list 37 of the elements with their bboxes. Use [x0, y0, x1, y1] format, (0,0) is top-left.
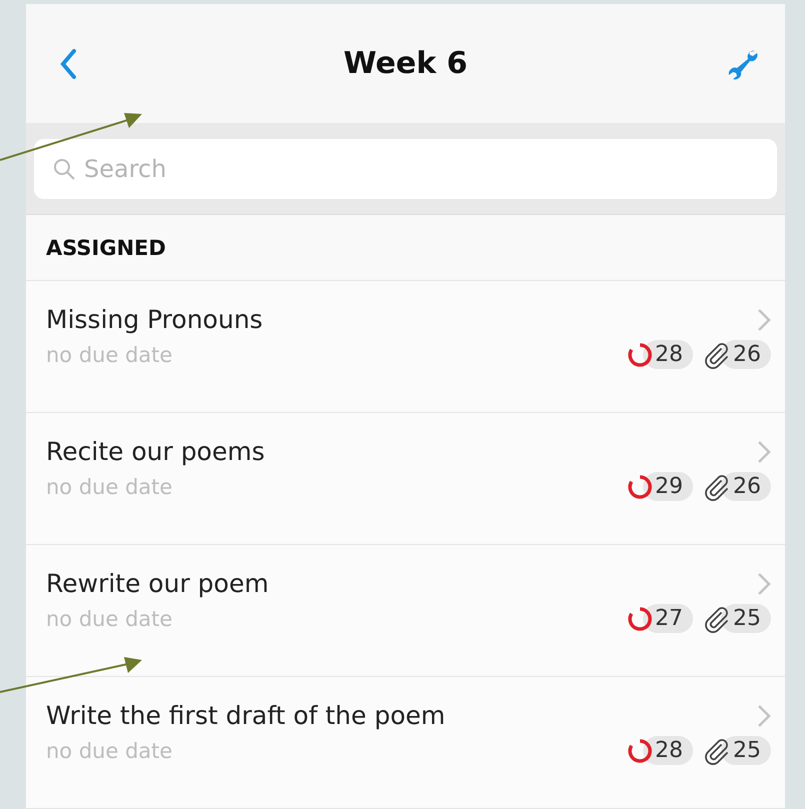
search-icon — [52, 157, 76, 182]
paperclip-icon — [703, 736, 731, 764]
assignment-row[interactable]: Rewrite our poem no due date 27 25 — [26, 545, 785, 677]
assignment-row[interactable]: Write the first draft of the poem no due date 28 25 — [26, 677, 785, 809]
assignment-title: Rewrite our poem — [46, 569, 270, 598]
progress-ring-icon — [627, 342, 653, 368]
due-date: no due date — [46, 474, 174, 498]
section-heading: ASSIGNED — [46, 236, 166, 260]
chevron-right-icon — [757, 308, 771, 332]
assignment-row[interactable]: Missing Pronouns no due date 28 26 — [26, 281, 785, 413]
assignment-title: Write the first draft of the poem — [46, 701, 446, 730]
paperclip-icon — [703, 472, 731, 500]
page-title: Week 6 — [344, 46, 468, 82]
assignment-title: Missing Pronouns — [46, 305, 264, 334]
paperclip-icon — [703, 340, 731, 368]
search-field[interactable]: Search — [34, 139, 777, 200]
attachment-count: 26 — [721, 472, 771, 501]
back-chevron-icon — [59, 48, 77, 80]
paperclip-icon — [703, 604, 731, 632]
attachment-count: 25 — [721, 604, 771, 633]
assignment-row[interactable]: Recite our poems no due date 29 26 — [26, 413, 785, 545]
attachment-count: 25 — [721, 736, 771, 765]
progress-ring-icon — [627, 738, 653, 764]
chevron-right-icon — [757, 572, 771, 596]
attachment-count: 26 — [721, 340, 771, 369]
chevron-right-icon — [757, 704, 771, 728]
progress-count: 27 — [643, 604, 693, 633]
progress-count: 28 — [643, 736, 693, 765]
due-date: no due date — [46, 606, 174, 630]
chevron-right-icon — [757, 440, 771, 464]
due-date: no due date — [46, 738, 174, 762]
progress-ring-icon — [627, 474, 653, 500]
progress-count: 29 — [643, 472, 693, 501]
due-date: no due date — [46, 342, 174, 366]
progress-count: 28 — [643, 340, 693, 369]
assignment-title: Recite our poems — [46, 437, 266, 466]
progress-ring-icon — [627, 606, 653, 632]
